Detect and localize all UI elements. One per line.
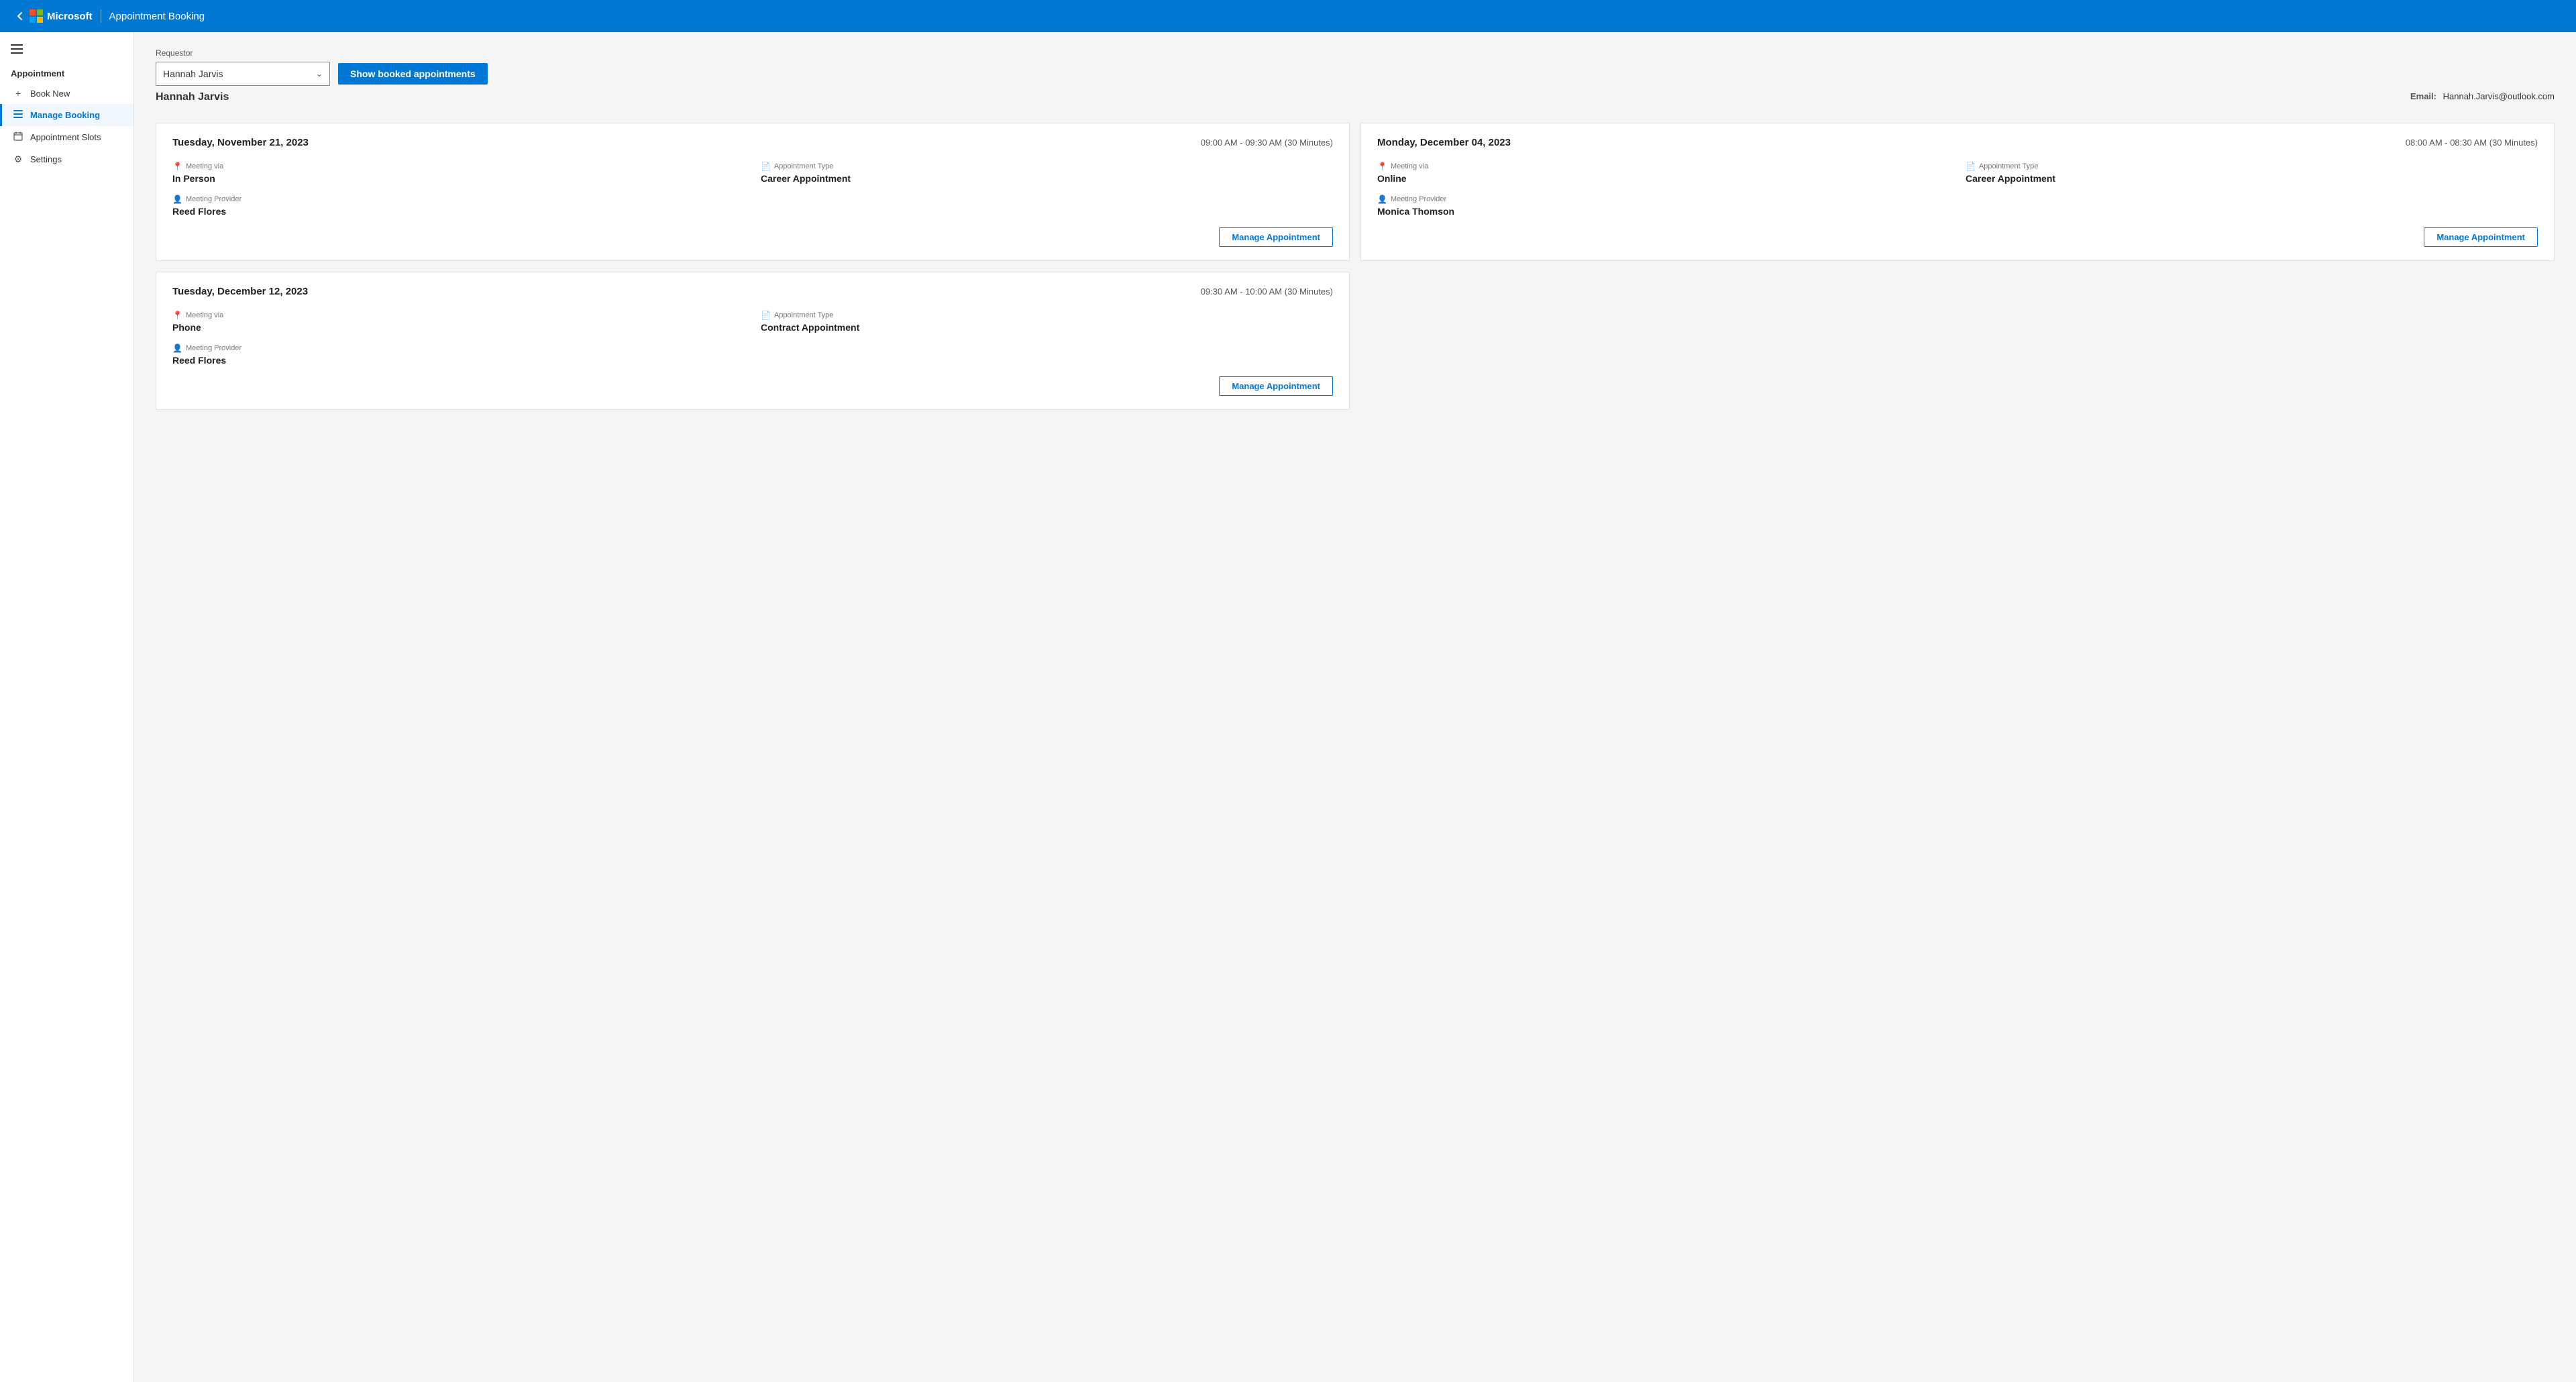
card-1-provider-label: 👤 Meeting Provider	[172, 195, 745, 204]
card-2-fields: 📍 Meeting via Online 📄 Appointment Type …	[1377, 162, 2538, 217]
location-icon-2: 📍	[1377, 162, 1387, 171]
card-1-meeting-via-value: In Person	[172, 173, 745, 184]
card-2-appt-type-label: 📄 Appointment Type	[1966, 162, 2538, 171]
manage-appointment-button-1[interactable]: Manage Appointment	[1219, 227, 1333, 247]
card-3-appt-type-value: Contract Appointment	[761, 322, 1333, 333]
card-3-time: 09:30 AM - 10:00 AM (30 Minutes)	[1201, 286, 1333, 297]
card-1-appointment-type: 📄 Appointment Type Career Appointment	[761, 162, 1333, 184]
back-button[interactable]	[11, 7, 30, 25]
requestor-dropdown[interactable]: Hannah Jarvis ⌄	[156, 62, 330, 86]
manage-appointment-button-2[interactable]: Manage Appointment	[2424, 227, 2538, 247]
hamburger-menu[interactable]	[0, 38, 133, 60]
requester-name: Hannah Jarvis	[156, 91, 229, 103]
card-2-header: Monday, December 04, 2023 08:00 AM - 08:…	[1377, 137, 2538, 148]
sidebar-item-manage-booking[interactable]: Manage Booking	[0, 104, 133, 126]
appointment-cards-grid: Tuesday, November 21, 2023 09:00 AM - 09…	[156, 123, 2555, 261]
card-1-date: Tuesday, November 21, 2023	[172, 137, 309, 148]
card-2-meeting-via-value: Online	[1377, 173, 1949, 184]
document-icon-2: 📄	[1966, 162, 1976, 171]
card-1-header: Tuesday, November 21, 2023 09:00 AM - 09…	[172, 137, 1333, 148]
card-1-meeting-provider: 👤 Meeting Provider Reed Flores	[172, 195, 745, 217]
appointment-card-3: Tuesday, December 12, 2023 09:30 AM - 10…	[156, 272, 1350, 410]
card-3-meeting-provider: 👤 Meeting Provider Reed Flores	[172, 343, 745, 366]
card-2-meeting-provider: 👤 Meeting Provider Monica Thomson	[1377, 195, 1949, 217]
card-3-header: Tuesday, December 12, 2023 09:30 AM - 10…	[172, 286, 1333, 297]
requestor-row: Hannah Jarvis ⌄ Show booked appointments	[156, 62, 2555, 86]
location-icon: 📍	[172, 162, 182, 171]
appointment-card-2: Monday, December 04, 2023 08:00 AM - 08:…	[1360, 123, 2555, 261]
show-booked-button[interactable]: Show booked appointments	[338, 63, 488, 85]
card-3-meeting-via-value: Phone	[172, 322, 745, 333]
dropdown-chevron-icon: ⌄	[316, 69, 323, 78]
card-2-appointment-type: 📄 Appointment Type Career Appointment	[1966, 162, 2538, 184]
card-1-meeting-via-label: 📍 Meeting via	[172, 162, 745, 171]
card-2-provider-label: 👤 Meeting Provider	[1377, 195, 1949, 204]
card-3-appointment-type: 📄 Appointment Type Contract Appointment	[761, 311, 1333, 333]
person-icon-3: 👤	[172, 343, 182, 353]
card-3-footer: Manage Appointment	[172, 376, 1333, 396]
calendar-icon	[13, 131, 23, 143]
location-icon-3: 📍	[172, 311, 182, 320]
sidebar-label-appointment-slots: Appointment Slots	[30, 132, 101, 142]
sidebar-item-appointment-slots[interactable]: Appointment Slots	[0, 126, 133, 148]
manage-appointment-button-3[interactable]: Manage Appointment	[1219, 376, 1333, 396]
card-1-fields: 📍 Meeting via In Person 📄 Appointment Ty…	[172, 162, 1333, 217]
sidebar-label-book-new: Book New	[30, 89, 70, 99]
appointment-card-1: Tuesday, November 21, 2023 09:00 AM - 09…	[156, 123, 1350, 261]
email-label: Email:	[2410, 91, 2436, 101]
hamburger-icon	[11, 44, 23, 54]
plus-icon: +	[13, 88, 23, 99]
card-3-meeting-via-label: 📍 Meeting via	[172, 311, 745, 320]
appointment-cards-single: Tuesday, December 12, 2023 09:30 AM - 10…	[156, 272, 2555, 410]
document-icon: 📄	[761, 162, 771, 171]
card-1-appt-type-value: Career Appointment	[761, 173, 1333, 184]
person-icon: 👤	[172, 195, 182, 204]
card-2-footer: Manage Appointment	[1377, 227, 2538, 247]
card-3-date: Tuesday, December 12, 2023	[172, 286, 308, 297]
card-1-meeting-via: 📍 Meeting via In Person	[172, 162, 745, 184]
microsoft-logo: Microsoft	[30, 9, 93, 23]
microsoft-label: Microsoft	[47, 11, 93, 22]
sidebar-label-manage-booking: Manage Booking	[30, 110, 100, 120]
card-3-appt-type-label: 📄 Appointment Type	[761, 311, 1333, 320]
card-2-date: Monday, December 04, 2023	[1377, 137, 1511, 148]
card-2-appt-type-value: Career Appointment	[1966, 173, 2538, 184]
card-1-footer: Manage Appointment	[172, 227, 1333, 247]
card-1-appt-type-label: 📄 Appointment Type	[761, 162, 1333, 171]
topbar: Microsoft Appointment Booking	[0, 0, 2576, 32]
sidebar-section-label: Appointment	[0, 60, 133, 83]
card-2-time: 08:00 AM - 08:30 AM (30 Minutes)	[2406, 138, 2538, 148]
card-2-meeting-via-label: 📍 Meeting via	[1377, 162, 1949, 171]
email-value: Hannah.Jarvis@outlook.com	[2443, 91, 2555, 101]
gear-icon: ⚙	[13, 154, 23, 165]
card-2-meeting-via: 📍 Meeting via Online	[1377, 162, 1949, 184]
list-icon	[13, 109, 23, 121]
sidebar: Appointment + Book New Manage Booking	[0, 32, 134, 1382]
document-icon-3: 📄	[761, 311, 771, 320]
card-3-meeting-via: 📍 Meeting via Phone	[172, 311, 745, 333]
app-title: Appointment Booking	[109, 11, 205, 22]
card-3-fields: 📍 Meeting via Phone 📄 Appointment Type C…	[172, 311, 1333, 366]
person-icon-2: 👤	[1377, 195, 1387, 204]
sidebar-item-book-new[interactable]: + Book New	[0, 83, 133, 104]
requestor-selected-value: Hannah Jarvis	[163, 68, 223, 79]
main-content: Requestor Hannah Jarvis ⌄ Show booked ap…	[134, 32, 2576, 1382]
sidebar-label-settings: Settings	[30, 154, 62, 164]
card-2-provider-value: Monica Thomson	[1377, 206, 1949, 217]
requestor-label: Requestor	[156, 48, 2555, 58]
card-1-provider-value: Reed Flores	[172, 206, 745, 217]
card-1-time: 09:00 AM - 09:30 AM (30 Minutes)	[1201, 138, 1333, 148]
email-row: Email: Hannah.Jarvis@outlook.com	[2410, 91, 2555, 101]
sidebar-item-settings[interactable]: ⚙ Settings	[0, 148, 133, 170]
card-3-provider-value: Reed Flores	[172, 355, 745, 366]
card-3-provider-label: 👤 Meeting Provider	[172, 343, 745, 353]
